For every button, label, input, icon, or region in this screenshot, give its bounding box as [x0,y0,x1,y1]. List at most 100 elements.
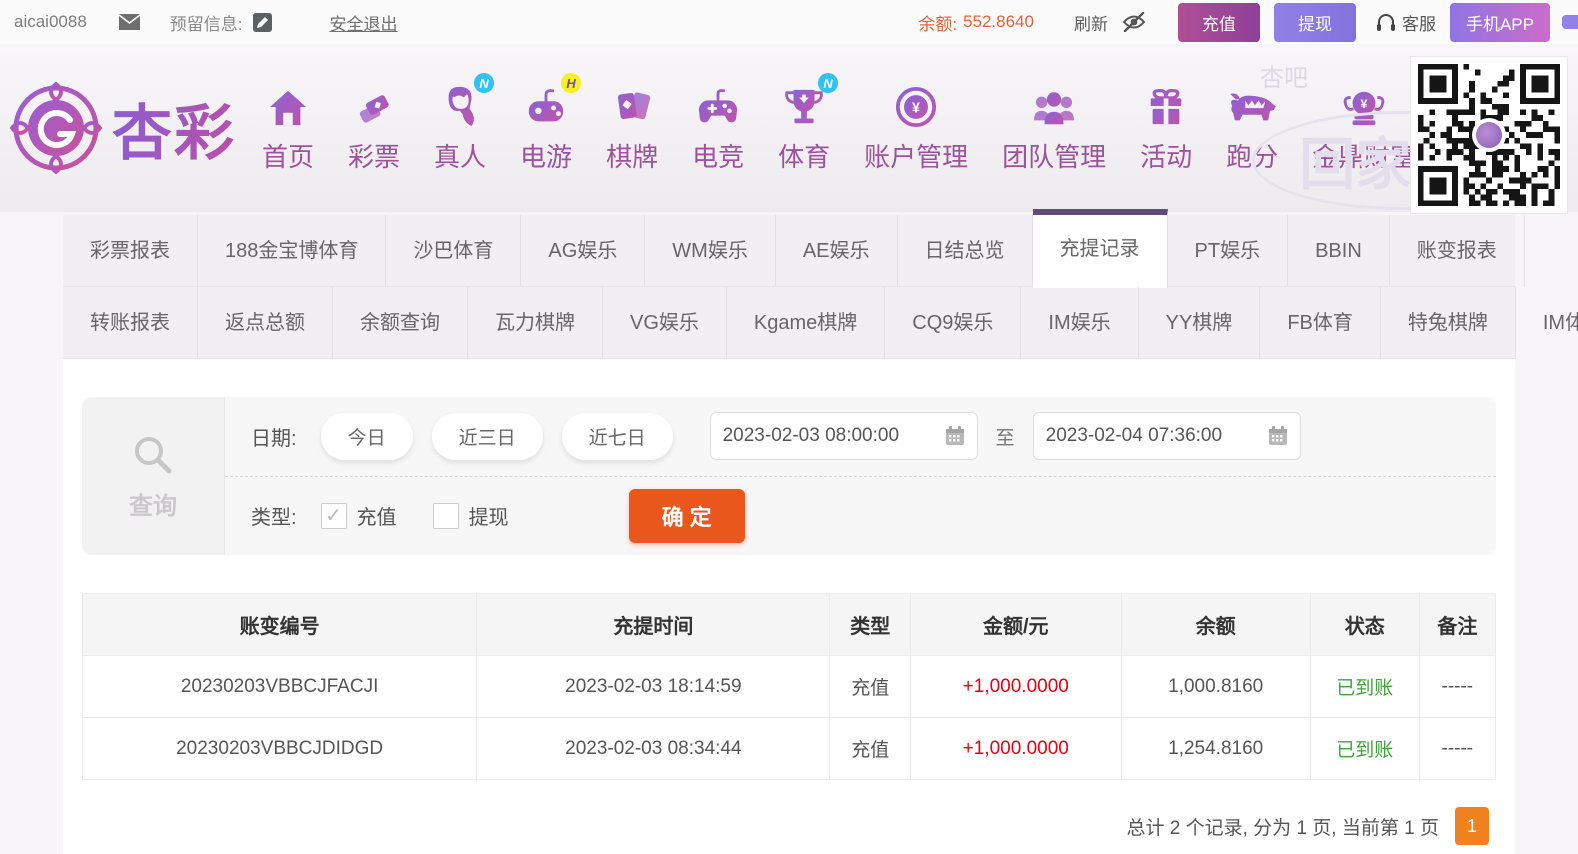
nav-item-live[interactable]: N 真人 [434,73,495,174]
query-button[interactable]: 查询 [82,397,225,555]
main-nav: 杏彩 首页 彩票 N 真人 H 电游 棋牌 电竞 N 体育 ¥ 账户管理 团队管… [0,44,1578,214]
date-from-input[interactable]: 2023-02-03 08:00:00 [709,412,978,461]
checkbox-label: 提现 [468,507,509,530]
eye-off-icon[interactable] [1122,12,1146,32]
tab-transfer-report[interactable]: 转账报表 [63,287,198,359]
service-label: 客服 [1401,14,1436,34]
nav-label: 账户管理 [864,142,969,172]
cell-status: 已到账 [1309,655,1420,718]
query-label: 查询 [129,492,177,520]
nav-item-egames[interactable]: H 电游 [520,73,582,174]
nav-item-home[interactable]: 首页 [262,82,314,174]
nav-item-paofen[interactable]: 跑分 [1226,82,1278,174]
gift-icon [1145,82,1187,128]
tab-account-change-report[interactable]: 账变报表 [1390,215,1525,287]
cards-icon [612,82,652,128]
nav-label: 彩票 [348,142,401,172]
nav-label: 团队管理 [1002,142,1107,172]
nav-label: 电游 [520,142,573,172]
qr-code [1410,56,1568,214]
tab-pt[interactable]: PT娱乐 [1168,215,1289,287]
new-badge: N [474,73,495,93]
deposit-button[interactable]: 充值 [1177,2,1260,42]
site-logo[interactable]: 杏彩 [10,82,236,174]
tab-wm[interactable]: WM娱乐 [645,215,776,287]
service-link[interactable]: 客服 [1376,10,1436,35]
tab-balance-query[interactable]: 余额查询 [333,287,468,359]
nav-item-team[interactable]: 团队管理 [1002,82,1106,174]
tab-daily-summary[interactable]: 日结总览 [898,215,1033,287]
tab-fb-sports[interactable]: FB体育 [1260,287,1381,359]
tab-cq9[interactable]: CQ9娱乐 [885,287,1022,359]
nav-label: 真人 [434,142,487,172]
deposit-checkbox[interactable]: 充值 [320,501,397,530]
tab-wali-cards[interactable]: 瓦力棋牌 [468,287,603,359]
date-to-value: 2023-02-04 07:36:00 [1045,425,1223,447]
withdraw-button[interactable]: 提现 [1273,2,1356,42]
esports-gamepad-icon [696,82,740,128]
nav-list: 首页 彩票 N 真人 H 电游 棋牌 电竞 N 体育 ¥ 账户管理 团队管理 活… [262,73,1416,174]
nav-item-lottery[interactable]: 彩票 [348,82,400,174]
nav-item-cards[interactable]: 棋牌 [606,82,658,174]
cell-amount: +1,000.0000 [910,717,1122,780]
refresh-link[interactable]: 刷新 [1074,10,1108,35]
tab-im-sports[interactable]: IM体育 [1516,287,1578,359]
nav-item-sports[interactable]: N 体育 [778,73,839,174]
tab-188-sports[interactable]: 188金宝博体育 [198,215,387,287]
type-filter-row: 类型: 充值 提现 确 定 [225,477,1496,556]
confirm-button[interactable]: 确 定 [628,488,745,543]
type-label: 类型: [251,507,297,530]
nav-item-esports[interactable]: 电竞 [692,82,744,174]
qr-center-logo [1472,118,1506,152]
nav-item-activities[interactable]: 活动 [1140,82,1192,174]
last-3-days-button[interactable]: 近三日 [431,412,543,460]
col-amount: 金额/元 [910,593,1122,656]
tab-kgame[interactable]: Kgame棋牌 [727,287,886,359]
home-icon [267,82,309,128]
gamepad-icon: H [524,73,582,128]
tab-rebate-total[interactable]: 返点总额 [198,287,333,359]
partial-button[interactable] [1562,15,1578,29]
tab-ae[interactable]: AE娱乐 [776,215,898,287]
tab-lottery-report[interactable]: 彩票报表 [63,215,198,287]
svg-text:¥: ¥ [912,101,920,117]
checkbox-checked-icon [320,502,347,529]
today-button[interactable]: 今日 [320,412,413,460]
tab-ag[interactable]: AG娱乐 [521,215,646,287]
col-type: 类型 [829,593,911,656]
reserved-info-label: 预留信息: [169,14,243,34]
nav-label: 金鼎财富 [1312,142,1417,172]
tab-bbin[interactable]: BBIN [1288,215,1390,287]
balance-value: 552.8640 [963,12,1034,31]
wealth-icon: ¥ [1343,82,1385,128]
tab-tetu-cards[interactable]: 特兔棋牌 [1381,287,1516,359]
to-separator: 至 [995,427,1015,449]
tab-yy-cards[interactable]: YY棋牌 [1139,287,1261,359]
cell-remark: ----- [1418,717,1497,780]
nav-item-account[interactable]: ¥ 账户管理 [864,82,968,174]
page-1-button[interactable]: 1 [1455,807,1489,845]
edit-icon[interactable] [252,12,272,32]
nav-item-wealth[interactable]: ¥ 金鼎财富 [1312,82,1416,174]
tab-saba-sports[interactable]: 沙巴体育 [386,215,522,287]
tab-deposit-withdraw-records[interactable]: 充提记录 [1032,209,1168,288]
hot-badge: H [561,73,582,93]
tab-im[interactable]: IM娱乐 [1021,287,1139,359]
nav-label: 跑分 [1226,142,1279,172]
cell-change-id: 20230203VBBCJDIDGD [81,717,478,780]
cell-balance: 1,254.8160 [1120,717,1311,780]
logout-link[interactable]: 安全退出 [330,10,398,35]
cell-type: 充值 [829,717,911,780]
cell-type: 充值 [829,655,911,718]
cell-balance: 1,000.8160 [1120,655,1311,718]
col-time: 充提时间 [476,593,831,656]
checkbox-label: 充值 [356,507,397,530]
date-to-input[interactable]: 2023-02-04 07:36:00 [1032,412,1301,461]
tab-vg[interactable]: VG娱乐 [603,287,727,359]
last-7-days-button[interactable]: 近七日 [561,412,673,460]
mail-icon[interactable] [118,14,140,30]
withdraw-checkbox[interactable]: 提现 [432,501,509,530]
col-change-id: 账变编号 [81,593,478,656]
cell-remark: ----- [1418,655,1497,718]
mobile-app-button[interactable]: 手机APP [1449,2,1550,42]
